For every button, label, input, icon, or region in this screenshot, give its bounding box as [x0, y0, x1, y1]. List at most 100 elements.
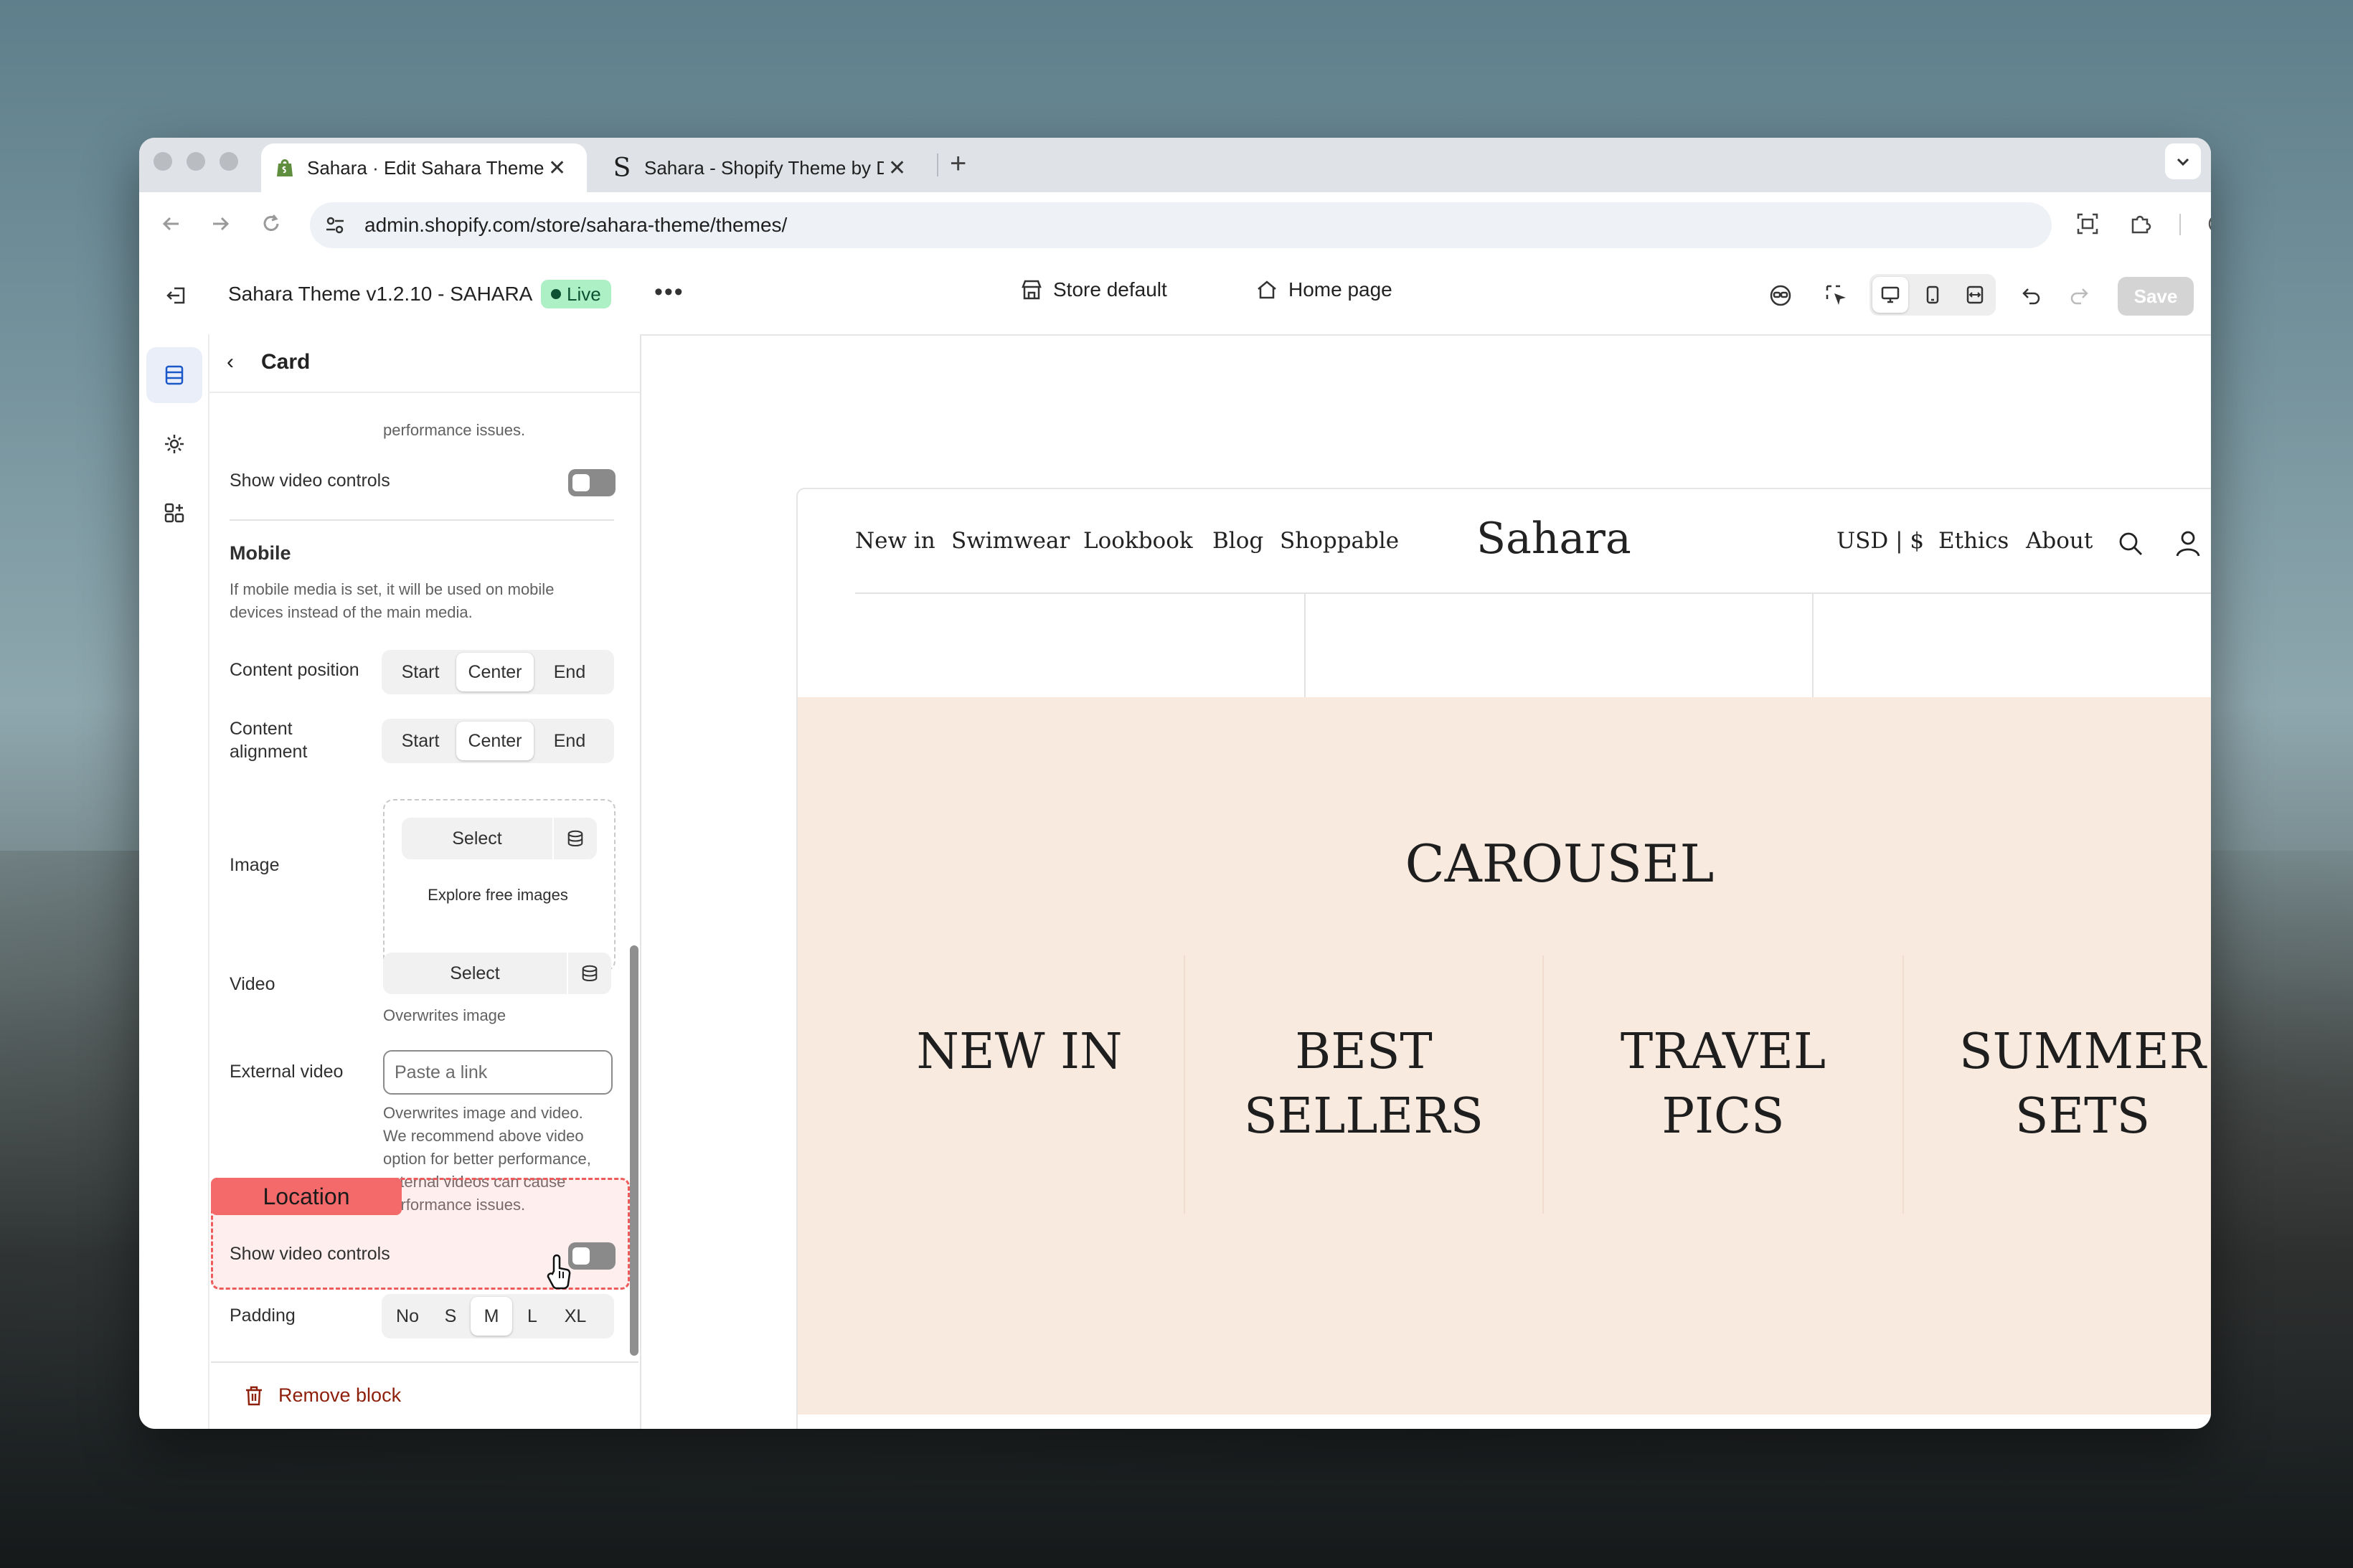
exit-icon	[166, 287, 185, 304]
save-button[interactable]: Save	[2118, 277, 2194, 316]
sections-tab[interactable]	[146, 347, 202, 403]
exit-editor-button[interactable]	[159, 278, 194, 313]
nav-shoppable[interactable]: Shoppable	[1280, 528, 1399, 554]
theme-actions-button[interactable]: •••	[654, 278, 684, 306]
external-video-input[interactable]: Paste a link	[383, 1050, 613, 1095]
padding-no[interactable]: No	[385, 1297, 430, 1336]
carousel-card-new-in[interactable]: NEW IN	[855, 1020, 1184, 1085]
s-logo-icon: S	[613, 153, 631, 183]
content-alignment-end[interactable]: End	[534, 722, 605, 760]
remove-block-label: Remove block	[278, 1384, 402, 1406]
tab-title: Sahara - Shopify Theme by Dev	[644, 156, 884, 179]
site-settings-icon[interactable]	[324, 214, 353, 236]
address-bar-row: admin.shopify.com/store/sahara-theme/the…	[139, 192, 2211, 257]
window-close-button[interactable]	[154, 152, 172, 171]
account-icon[interactable]	[2172, 528, 2204, 559]
tab-shopify-editor[interactable]: Sahara · Edit Sahara Theme v1.2.10 ✕	[261, 143, 587, 192]
grid-divider	[1812, 594, 1814, 697]
carousel-card-travel-pics[interactable]: TRAVEL PICS	[1544, 1020, 1902, 1149]
desktop-view-button[interactable]	[1872, 277, 1908, 313]
theme-settings-tab[interactable]	[146, 416, 202, 472]
forward-button[interactable]	[204, 207, 238, 241]
remove-block-button[interactable]: Remove block	[244, 1384, 401, 1407]
url-bar[interactable]: admin.shopify.com/store/sahara-theme/the…	[310, 202, 2052, 248]
database-icon[interactable]	[552, 818, 597, 859]
database-icon[interactable]	[567, 953, 611, 994]
window-zoom-button[interactable]	[220, 152, 238, 171]
content-alignment-start[interactable]: Start	[385, 722, 456, 760]
padding-m[interactable]: M	[471, 1297, 512, 1336]
undo-button[interactable]	[2014, 278, 2049, 313]
window-minimize-button[interactable]	[187, 152, 205, 171]
inspector-icon[interactable]	[1763, 278, 1798, 313]
explore-free-images-link[interactable]: Explore free images	[383, 884, 613, 907]
padding-s[interactable]: S	[430, 1297, 471, 1336]
full-width-view-button[interactable]	[1957, 277, 1993, 313]
close-tab-icon[interactable]: ✕	[888, 156, 906, 181]
content-position-center[interactable]: Center	[456, 653, 534, 691]
carousel-card-summer-sets[interactable]: SUMMER SETS	[1904, 1020, 2211, 1149]
redo-icon	[2070, 288, 2088, 305]
tab-search-button[interactable]	[2165, 143, 2201, 179]
video-select-button[interactable]: Select	[383, 953, 611, 994]
reload-button[interactable]	[254, 207, 288, 241]
arrow-right-icon	[213, 217, 230, 231]
card-title-line-1: NEW IN	[916, 1024, 1123, 1080]
hand-cursor-icon	[545, 1254, 574, 1295]
image-select-button[interactable]: Select	[402, 818, 597, 859]
tab-sahara-theme[interactable]: S Sahara - Shopify Theme by Dev ✕	[598, 143, 935, 192]
padding-xl[interactable]: XL	[552, 1297, 598, 1336]
search-icon[interactable]	[2115, 528, 2146, 559]
panel-scrollbar[interactable]	[630, 945, 638, 1356]
mobile-note-line-1: If mobile media is set, it will be used …	[230, 580, 555, 598]
show-video-controls-toggle[interactable]	[568, 1242, 616, 1270]
arrow-left-icon	[162, 217, 179, 231]
select-element-icon[interactable]	[1819, 278, 1854, 313]
content-position-label: Content position	[230, 660, 359, 680]
nav-lookbook[interactable]: Lookbook	[1083, 528, 1193, 554]
back-button[interactable]	[154, 207, 188, 241]
card-title-line-1: SUMMER	[1959, 1024, 2206, 1080]
toolbar-divider	[2179, 214, 2181, 235]
nav-swimwear[interactable]: Swimwear	[951, 528, 1070, 554]
store-icon	[1020, 278, 1043, 301]
storefront-preview: New in Swimwear Lookbook Blog Shoppable …	[798, 489, 2211, 1429]
carousel-title: CAROUSEL	[1405, 833, 1715, 894]
currency-selector[interactable]: USD | $	[1836, 528, 1924, 554]
theme-title: Sahara Theme v1.2.10 - SAHARA	[228, 283, 533, 305]
nav-about[interactable]: About	[2026, 528, 2093, 554]
nav-ethics[interactable]: Ethics	[1938, 528, 2009, 554]
full-width-icon	[1966, 285, 1984, 304]
location-annotation-label: Location	[211, 1178, 402, 1215]
close-tab-icon[interactable]: ✕	[548, 156, 566, 181]
content-position-end[interactable]: End	[534, 653, 605, 691]
apps-tab[interactable]	[146, 485, 202, 541]
nav-blog[interactable]: Blog	[1212, 528, 1263, 554]
performance-icon[interactable]	[2201, 207, 2211, 241]
device-switcher	[1869, 274, 1996, 316]
nav-new-in[interactable]: New in	[855, 528, 935, 554]
external-video-label: External video	[230, 1062, 344, 1082]
extensions-icon[interactable]	[2123, 207, 2158, 241]
content-position-start[interactable]: Start	[385, 653, 456, 691]
back-chevron-icon[interactable]: ‹	[227, 350, 234, 374]
show-video-controls-toggle[interactable]	[568, 469, 616, 496]
padding-control: No S M L XL	[382, 1294, 614, 1338]
page-selector[interactable]: Home page	[1255, 278, 1392, 301]
new-tab-button[interactable]: +	[950, 148, 966, 180]
external-video-note-1: Overwrites image and video.	[383, 1104, 583, 1122]
padding-label: Padding	[230, 1305, 296, 1326]
redo-button[interactable]	[2062, 278, 2096, 313]
live-dot-icon	[551, 289, 561, 299]
carousel-card-best-sellers[interactable]: BEST SELLERS	[1185, 1020, 1542, 1149]
card-title-line-1: BEST	[1295, 1024, 1433, 1080]
card-title-line-2: PICS	[1661, 1088, 1785, 1145]
store-selector[interactable]: Store default	[1020, 278, 1167, 301]
padding-l[interactable]: L	[512, 1297, 552, 1336]
content-alignment-center[interactable]: Center	[456, 722, 534, 760]
mobile-view-button[interactable]	[1915, 277, 1951, 313]
store-logo[interactable]: Sahara	[1476, 514, 1631, 564]
screen-capture-icon[interactable]	[2070, 207, 2105, 241]
live-badge-label: Live	[567, 283, 601, 305]
home-icon	[1255, 278, 1278, 301]
